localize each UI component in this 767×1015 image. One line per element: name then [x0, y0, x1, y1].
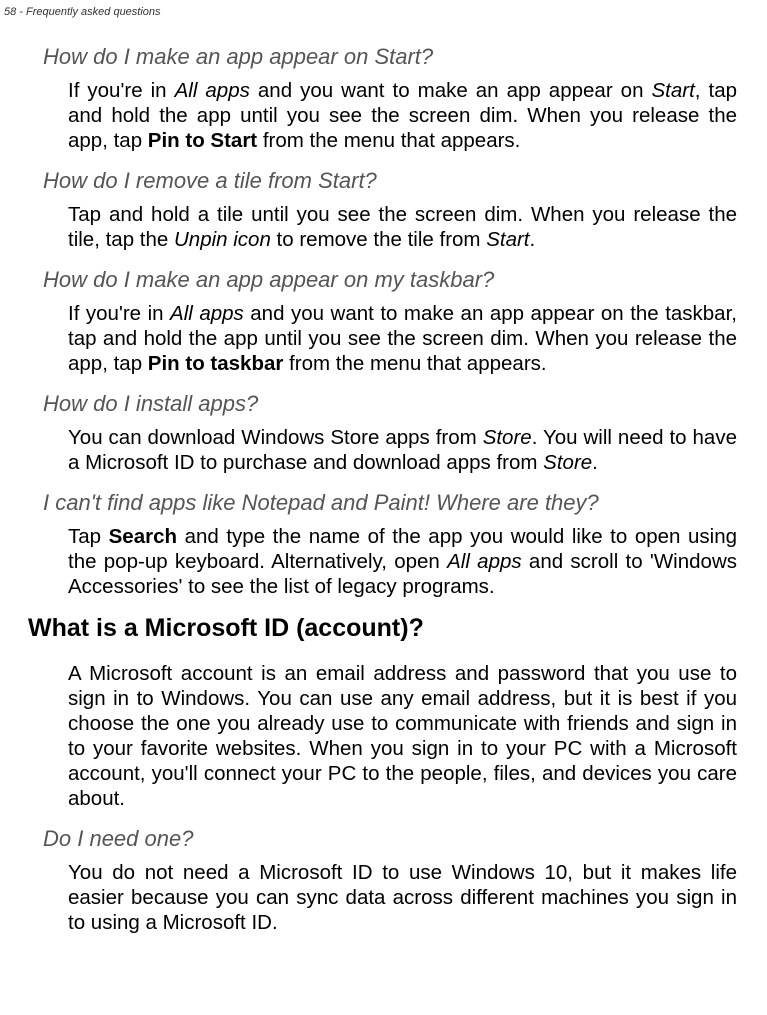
- faq-question-1: How do I make an app appear on Start?: [43, 44, 737, 70]
- faq-answer-1: If you're in All apps and you want to ma…: [43, 78, 737, 153]
- faq-question-need-one: Do I need one?: [43, 826, 737, 852]
- faq-question-4: How do I install apps?: [43, 391, 737, 417]
- faq-answer-4: You can download Windows Store apps from…: [43, 425, 737, 475]
- microsoft-id-intro: A Microsoft account is an email address …: [43, 661, 737, 811]
- faq-question-2: How do I remove a tile from Start?: [43, 168, 737, 194]
- faq-answer-3: If you're in All apps and you want to ma…: [43, 301, 737, 376]
- page-header: 58 - Frequently asked questions: [0, 0, 767, 18]
- page-content: How do I make an app appear on Start? If…: [0, 18, 767, 935]
- section-heading-microsoft-id: What is a Microsoft ID (account)?: [28, 614, 737, 643]
- faq-question-3: How do I make an app appear on my taskba…: [43, 267, 737, 293]
- faq-answer-5: Tap Search and type the name of the app …: [43, 524, 737, 599]
- faq-answer-need-one: You do not need a Microsoft ID to use Wi…: [43, 860, 737, 935]
- faq-answer-2: Tap and hold a tile until you see the sc…: [43, 202, 737, 252]
- faq-question-5: I can't find apps like Notepad and Paint…: [43, 490, 737, 516]
